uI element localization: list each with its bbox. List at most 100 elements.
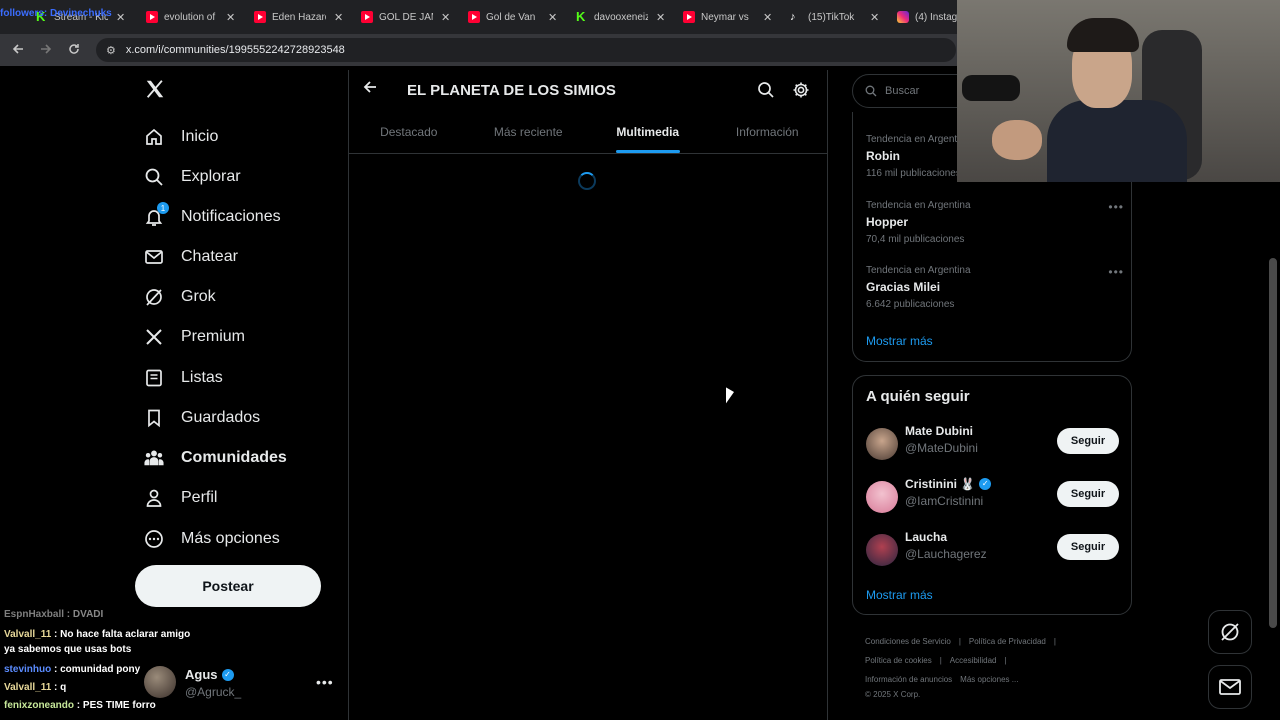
grok-button[interactable] (1208, 610, 1252, 654)
reload-button[interactable] (60, 43, 88, 58)
sidebar-item-label: Comunidades (181, 449, 287, 466)
gear-icon[interactable] (792, 81, 810, 99)
x-logo-icon[interactable] (144, 78, 168, 102)
tab-label: Neymar vs (701, 11, 749, 23)
footer-link-cookies[interactable]: Política de cookies (865, 656, 932, 665)
sidebar-item-mas-opciones[interactable]: Más opciones (144, 524, 280, 554)
close-icon[interactable]: ✕ (548, 11, 557, 24)
webcam-person-body (1047, 100, 1187, 182)
scrollbar-thumb[interactable] (1269, 258, 1277, 628)
footer-link-ads[interactable]: Información de anuncios (865, 675, 952, 684)
sidebar-item-label: Guardados (181, 409, 261, 426)
sidebar-item-perfil[interactable]: Perfil (144, 483, 217, 513)
close-icon[interactable]: ✕ (656, 11, 665, 24)
tab-multimedia[interactable]: Multimedia (588, 112, 708, 153)
browser-tab[interactable]: Neymar vs ✕ (683, 6, 772, 28)
youtube-icon (468, 11, 480, 23)
close-icon[interactable]: ✕ (334, 11, 343, 24)
follow-name: Cristinini 🐰 ✓ (905, 477, 992, 491)
browser-tab[interactable]: K davooxeneize ✕ (576, 6, 665, 28)
account-switcher[interactable]: Agus ✓ @Agruck_ ••• (140, 664, 340, 704)
messages-button[interactable] (1208, 665, 1252, 709)
site-settings-icon[interactable]: ⚙ (106, 44, 116, 57)
forward-button[interactable] (32, 43, 60, 58)
stream-overlay-text: followers: Devinechuks (0, 8, 112, 19)
sidebar-item-comunidades[interactable]: Comunidades (144, 443, 287, 473)
follow-name: Laucha (905, 530, 948, 544)
footer-copyright: © 2025 X Corp. (865, 690, 921, 699)
follow-suggestion[interactable]: Laucha @Lauchagerez Seguir (866, 528, 1122, 568)
trend-name: Hopper (866, 215, 908, 229)
instagram-icon (897, 11, 909, 23)
trends-show-more-link[interactable]: Mostrar más (866, 334, 933, 348)
page-title: EL PLANETA DE LOS SIMIOS (407, 82, 616, 99)
youtube-icon (254, 11, 266, 23)
bookmark-icon (144, 408, 164, 428)
trend-item[interactable]: Tendencia en Argentina Hopper 70,4 mil p… (866, 200, 1126, 245)
close-icon[interactable]: ✕ (441, 11, 450, 24)
home-icon (144, 127, 164, 147)
more-horizontal-icon[interactable]: ••• (1108, 265, 1124, 279)
follow-button[interactable]: Seguir (1057, 534, 1119, 560)
footer-link-terms[interactable]: Condiciones de Servicio (865, 637, 951, 646)
profile-handle: @Agruck_ (185, 685, 242, 699)
loading-spinner (578, 172, 596, 190)
mail-icon (1219, 679, 1241, 695)
sidebar-item-guardados[interactable]: Guardados (144, 403, 260, 433)
tab-mas-reciente[interactable]: Más reciente (469, 112, 589, 153)
sidebar-item-label: Perfil (181, 489, 218, 506)
tiktok-icon: ♪ (790, 11, 796, 23)
grok-icon (144, 287, 164, 307)
youtube-icon (361, 11, 373, 23)
follow-suggestion[interactable]: Mate Dubini @MateDubini Seguir (866, 422, 1122, 462)
more-horizontal-icon[interactable]: ••• (1108, 200, 1124, 214)
forward-arrow-icon (41, 43, 52, 54)
search-icon[interactable] (757, 81, 775, 99)
list-icon (144, 368, 164, 388)
more-horizontal-icon[interactable]: ••• (316, 674, 334, 690)
webcam-person-hair (1067, 18, 1139, 52)
back-button[interactable] (4, 43, 32, 58)
sidebar-item-explorar[interactable]: Explorar (144, 162, 241, 192)
follow-show-more-link[interactable]: Mostrar más (866, 588, 933, 602)
browser-tab[interactable]: (4) Instagram (897, 6, 965, 28)
tab-informacion[interactable]: Información (708, 112, 828, 153)
webcam-person-hand (992, 120, 1042, 160)
verified-badge-icon: ✓ (979, 478, 992, 490)
close-icon[interactable]: ✕ (763, 11, 772, 24)
sidebar-item-premium[interactable]: Premium (144, 322, 245, 352)
close-icon[interactable]: ✕ (226, 11, 235, 24)
sidebar-item-inicio[interactable]: Inicio (144, 122, 218, 152)
tab-destacado[interactable]: Destacado (349, 112, 469, 153)
sidebar-item-grok[interactable]: Grok (144, 282, 216, 312)
sidebar-item-notificaciones[interactable]: 1 Notificaciones (144, 202, 281, 232)
back-arrow-icon[interactable] (363, 80, 377, 99)
browser-tab[interactable]: GOL DE JAM ✕ (361, 6, 450, 28)
follow-button[interactable]: Seguir (1057, 481, 1119, 507)
tab-label: davooxeneize (594, 11, 648, 23)
sidebar-item-chatear[interactable]: Chatear (144, 242, 238, 272)
trend-item[interactable]: Tendencia en Argentina Gracias Milei 6.6… (866, 265, 1126, 310)
post-button[interactable]: Postear (135, 565, 321, 607)
browser-tab[interactable]: Eden Hazard ✕ (254, 6, 343, 28)
back-arrow-icon (12, 43, 23, 54)
sidebar-item-label: Inicio (181, 128, 219, 145)
browser-tab[interactable]: Gol de Van ✕ (468, 6, 557, 28)
follow-button[interactable]: Seguir (1057, 428, 1119, 454)
follow-suggestion[interactable]: Cristinini 🐰 ✓ @IamCristinini Seguir (866, 475, 1122, 515)
sidebar-item-listas[interactable]: Listas (144, 363, 223, 393)
browser-tab[interactable]: ♪ (15)TikTok ✕ (790, 6, 879, 28)
footer-link-more[interactable]: Más opciones ... (960, 675, 1018, 684)
search-placeholder: Buscar (885, 85, 920, 97)
chat-message: EspnHaxball : DVADI (4, 609, 104, 620)
close-icon[interactable]: ✕ (116, 11, 125, 24)
trend-category: Tendencia en Argentina (866, 265, 971, 276)
x-logo-icon (144, 327, 164, 347)
browser-tab[interactable]: evolution of ✕ (146, 6, 235, 28)
bell-icon: 1 (144, 202, 169, 227)
profile-name: Agus ✓ (185, 667, 234, 682)
footer-link-accessibility[interactable]: Accesibilidad (950, 656, 997, 665)
close-icon[interactable]: ✕ (870, 11, 879, 24)
address-bar[interactable]: ⚙ x.com/i/communities/199555224272892354… (96, 38, 956, 62)
footer-link-privacy[interactable]: Política de Privacidad (969, 637, 1046, 646)
